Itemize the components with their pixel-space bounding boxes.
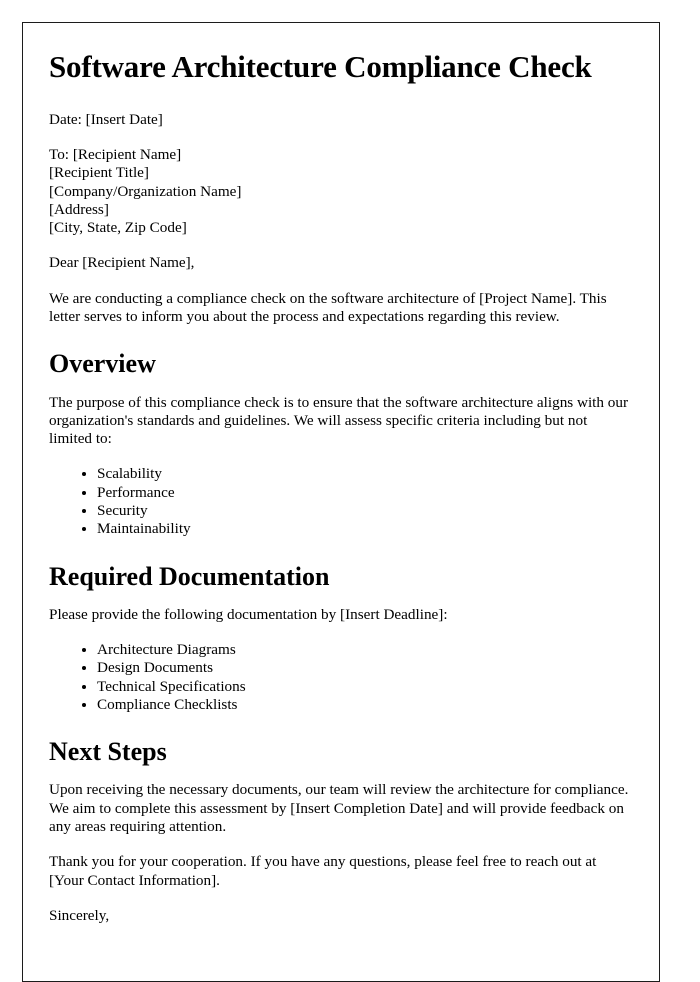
section-bullets-overview: Scalability Performance Security Maintai…: [49, 465, 633, 538]
recipient-line: To: [Recipient Name]: [49, 145, 182, 163]
salutation: Dear [Recipient Name],: [49, 254, 195, 272]
list-item: Compliance Checklists: [97, 696, 633, 714]
recipient-line: [City, State, Zip Code]: [49, 219, 187, 237]
date-line: Date: [Insert Date]: [49, 110, 163, 128]
intro-paragraph: We are conducting a compliance check on …: [49, 289, 607, 326]
list-item: Maintainability: [97, 520, 633, 538]
list-item: Performance: [97, 484, 633, 502]
closing-line: Sincerely,: [49, 906, 110, 924]
recipient-line: [Address]: [49, 200, 109, 218]
section-bullets-required-documentation: Architecture Diagrams Design Documents T…: [49, 641, 633, 714]
recipient-line: [Recipient Title]: [49, 164, 149, 182]
thank-you-paragraph: Thank you for your cooperation. If you h…: [49, 853, 597, 889]
document-page: Software Architecture Compliance Check D…: [22, 22, 660, 982]
list-item: Security: [97, 502, 633, 520]
list-item: Design Documents: [97, 659, 633, 677]
list-item: Architecture Diagrams: [97, 641, 633, 659]
section-heading-required-documentation: Required Documentation: [49, 561, 330, 591]
document-body: Software Architecture Compliance Check D…: [23, 23, 659, 925]
section-heading-overview: Overview: [49, 349, 156, 379]
list-item: Technical Specifications: [97, 678, 633, 696]
page-title: Software Architecture Compliance Check: [49, 49, 592, 84]
section-paragraph-next-steps: Upon receiving the necessary documents, …: [49, 781, 629, 836]
list-item: Scalability: [97, 465, 633, 483]
section-paragraph-overview: The purpose of this compliance check is …: [49, 393, 629, 448]
section-paragraph-required-documentation: Please provide the following documentati…: [49, 605, 448, 623]
recipient-line: [Company/Organization Name]: [49, 182, 242, 200]
recipient-address-block: To: [Recipient Name] [Recipient Title] […: [49, 146, 633, 237]
section-heading-next-steps: Next Steps: [49, 737, 167, 767]
